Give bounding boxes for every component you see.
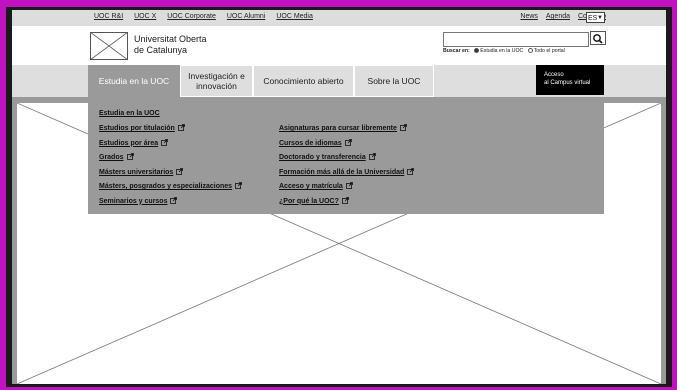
- dropdown-link-label: Másters universitarios: [99, 168, 174, 176]
- dropdown-link[interactable]: ¿Por qué la UOC?: [279, 196, 414, 212]
- utility-link-uoc-corporate[interactable]: UOC Corporate: [167, 13, 216, 20]
- nav-conocimiento-label: Conocimiento abierto: [263, 76, 344, 86]
- search-scope-label: Buscar en:: [443, 48, 470, 54]
- logo-placeholder[interactable]: [90, 32, 128, 60]
- dropdown-link[interactable]: Formación más allá de la Universidad: [279, 167, 415, 183]
- brand-name: Universitat Oberta de Catalunya: [134, 34, 207, 56]
- dropdown-link-label: Grados: [99, 154, 124, 161]
- nav-conocimiento[interactable]: Conocimiento abierto: [253, 65, 354, 97]
- radio-all[interactable]: [527, 48, 533, 54]
- page: UOC R&I UOC X UOC Corporate UOC Alumni U…: [12, 10, 666, 384]
- campus-line-1: Acceso: [544, 72, 564, 78]
- dropdown-link[interactable]: Grados: [99, 153, 242, 168]
- campus-access-button[interactable]: Acceso al Campus virtual: [536, 65, 604, 95]
- dropdown-link-label: Estudios por área: [99, 139, 159, 147]
- utility-bar: UOC R&I UOC X UOC Corporate UOC Alumni U…: [12, 10, 666, 26]
- nav-investigacion[interactable]: Investigación e innovación: [180, 65, 253, 97]
- external-link-icon: [161, 138, 169, 146]
- dropdown-link-label: Asignaturas para cursar libremente: [279, 125, 397, 132]
- dropdown-link-label: Doctorado y transferencia: [279, 154, 366, 161]
- language-select-value: ES: [588, 15, 598, 22]
- external-link-icon: [407, 167, 415, 175]
- brand-line-1: Universitat Oberta: [134, 34, 207, 44]
- nav-sobre-label: Sobre la UOC: [367, 76, 421, 86]
- utility-link-uoc-alumni[interactable]: UOC Alumni: [227, 13, 266, 20]
- utility-link-uoc-media[interactable]: UOC Media: [276, 13, 313, 20]
- external-link-icon: [344, 138, 352, 146]
- dropdown-link[interactable]: Estudios por titulación: [99, 124, 242, 139]
- nav-estudia[interactable]: Estudia en la UOC: [88, 65, 180, 97]
- external-link-icon: [170, 196, 178, 204]
- external-link-icon: [126, 153, 134, 160]
- dropdown-link-label: Formación más allá de la Universidad: [279, 168, 405, 176]
- dropdown-link[interactable]: Acceso y matrícula: [279, 182, 414, 197]
- dropdown-heading[interactable]: Estudia en la UOC: [99, 110, 160, 117]
- dropdown-link-label: Cursos de idiomas: [279, 139, 342, 147]
- external-link-icon: [400, 124, 407, 131]
- radio-study-label: Estudia en la UOC: [480, 48, 524, 54]
- dropdown-link-label: Acceso y matrícula: [279, 183, 343, 190]
- utility-links: UOC R&I UOC X UOC Corporate UOC Alumni U…: [94, 13, 322, 20]
- dropdown-link[interactable]: Cursos de idiomas: [279, 138, 414, 154]
- utility-link-uoc-x[interactable]: UOC X: [134, 13, 156, 20]
- nav-sobre[interactable]: Sobre la UOC: [354, 65, 434, 97]
- external-link-icon: [345, 182, 353, 189]
- radio-study[interactable]: [474, 48, 480, 54]
- dropdown-link[interactable]: Estudios por área: [99, 138, 242, 154]
- search-icon: [593, 34, 603, 44]
- dropdown-link-label: Seminarios y cursos: [99, 197, 168, 205]
- language-select[interactable]: ES ▼: [586, 12, 605, 23]
- dropdown-link[interactable]: Seminarios y cursos: [99, 196, 242, 212]
- mega-menu-dropdown: Estudia en la UOC Estudios por titulació…: [88, 97, 604, 214]
- search-button[interactable]: [590, 31, 606, 45]
- news-link[interactable]: News: [520, 13, 538, 20]
- campus-line-2: al Campus virtual: [544, 80, 591, 86]
- utility-link-uoc-ri[interactable]: UOC R&I: [94, 13, 123, 20]
- nav-investigacion-label: Investigación e innovación: [188, 71, 245, 91]
- external-link-icon: [368, 153, 376, 160]
- dropdown-link[interactable]: Asignaturas para cursar libremente: [279, 124, 414, 139]
- dropdown-link-label: Másters, posgrados y especializaciones: [99, 183, 233, 190]
- dropdown-right-column: Asignaturas para cursar libremente Cursos…: [279, 124, 415, 212]
- radio-all-label: Todo el portal: [533, 48, 565, 54]
- dropdown-left-column: Estudios por titulación Estudios por área…: [99, 124, 242, 211]
- dropdown-link-label: Estudios por titulación: [99, 125, 175, 132]
- external-link-icon: [342, 196, 349, 204]
- dropdown-link[interactable]: Doctorado y transferencia: [279, 153, 414, 168]
- chevron-down-icon: ▼: [597, 15, 603, 21]
- external-link-icon: [177, 124, 185, 131]
- agenda-link[interactable]: Agenda: [546, 13, 570, 20]
- dropdown-link[interactable]: Másters universitarios: [99, 167, 242, 183]
- dropdown-link[interactable]: Másters, posgrados y especializaciones: [99, 182, 242, 197]
- brand-line-2: de Catalunya: [134, 45, 188, 55]
- external-link-icon: [176, 167, 184, 175]
- nav-estudia-label: Estudia en la UOC: [98, 76, 170, 86]
- dropdown-link-label: ¿Por qué la UOC?: [279, 197, 339, 205]
- external-link-icon: [235, 182, 242, 189]
- search-scope: Buscar en: Estudia en la UOC Todo el por…: [443, 48, 565, 54]
- search-input[interactable]: [443, 32, 589, 47]
